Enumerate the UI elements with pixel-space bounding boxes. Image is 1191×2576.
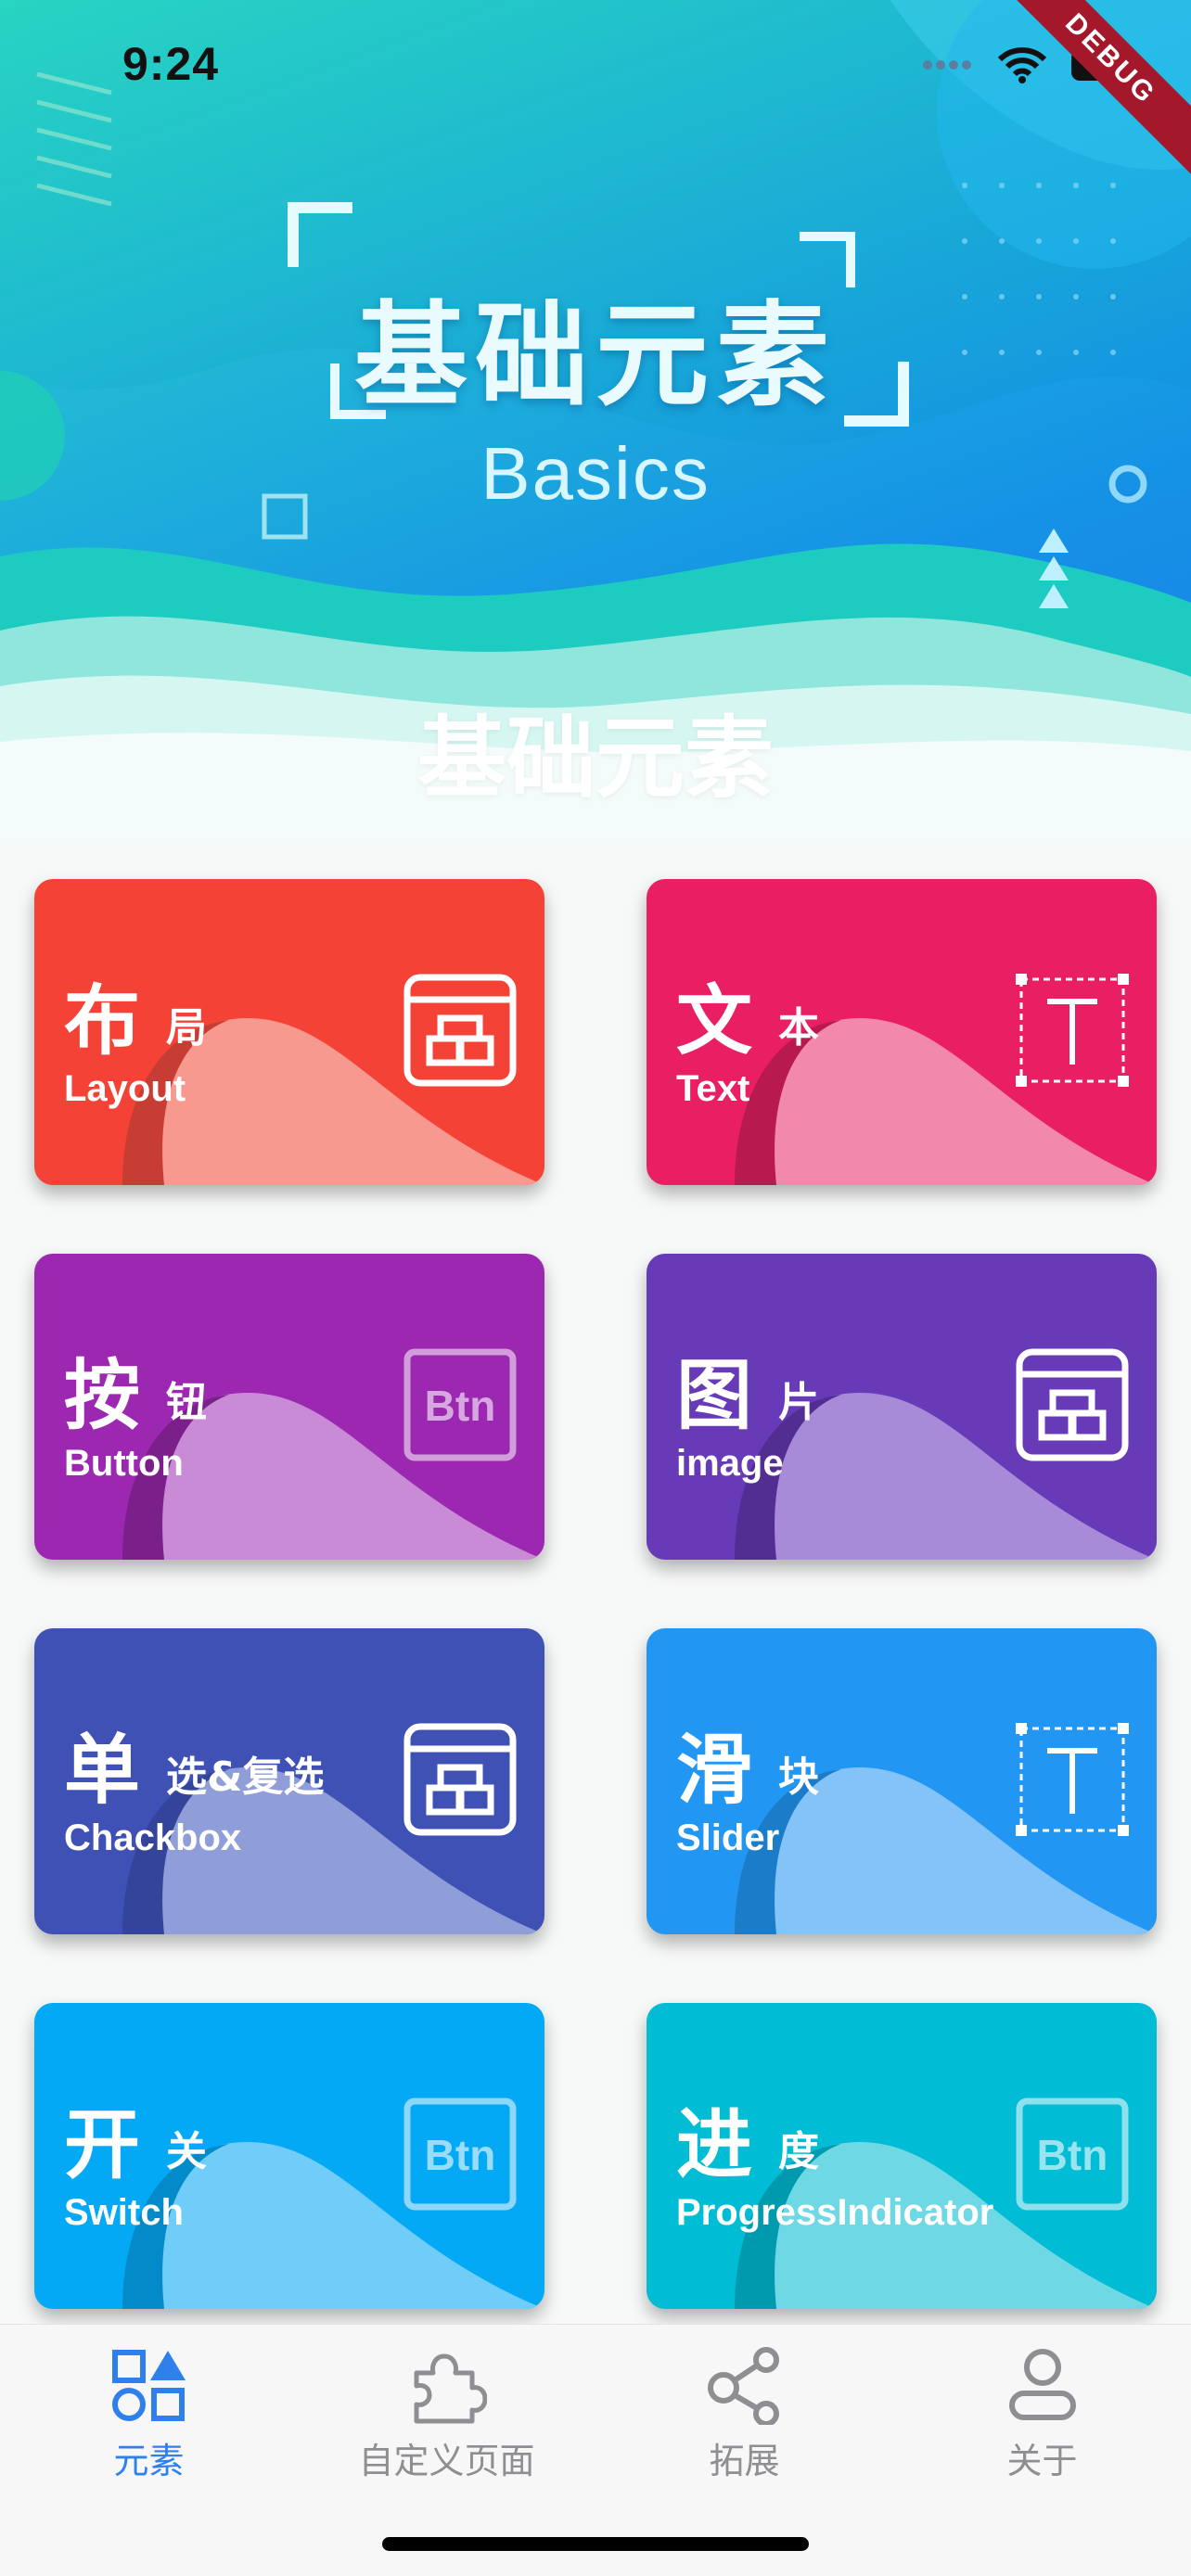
puzzle-icon (414, 2353, 487, 2424)
tab-extensions[interactable]: 拓展 (596, 2345, 893, 2483)
svg-text:Btn: Btn (425, 1382, 496, 1430)
svg-text:Btn: Btn (425, 2131, 496, 2179)
card-title-cn: 文 (676, 977, 753, 1065)
element-card-button[interactable]: 按钮 Button Btn (34, 1254, 544, 1560)
header-banner: 基础元素 Basics 基础元素 9:24 DEBUG (0, 0, 1191, 844)
btn-icon: Btn (402, 1346, 519, 1463)
btn-icon: Btn (402, 2096, 519, 2213)
status-time: 9:24 (122, 38, 220, 90)
svg-text:Btn: Btn (1037, 2131, 1108, 2179)
wifi-icon (998, 47, 1046, 83)
user-icon (1008, 2349, 1076, 2420)
card-subtitle-cn: 本 (778, 1004, 819, 1052)
window-layout-icon (1014, 1346, 1131, 1463)
element-card-text[interactable]: 文本 Text (647, 879, 1157, 1185)
card-subtitle-cn: 关 (166, 2128, 207, 2175)
card-subtitle-cn: 钮 (166, 1379, 207, 1426)
card-title-en: Button (64, 1443, 184, 1484)
card-subtitle-cn: 块 (778, 1753, 819, 1801)
card-title-en: Text (676, 1068, 750, 1109)
text-box-icon (1014, 1721, 1131, 1838)
text-box-icon (1014, 972, 1131, 1089)
card-subtitle-cn: 度 (778, 2128, 819, 2175)
card-title-cn: 进 (676, 2101, 753, 2189)
window-layout-icon (402, 972, 519, 1089)
card-title-cn: 开 (64, 2101, 141, 2189)
card-title-cn: 按 (64, 1352, 141, 1440)
element-card-layout[interactable]: 布局 Layout (34, 879, 544, 1185)
card-title-en: Slider (676, 1817, 780, 1858)
tab-label: 元素 (113, 2441, 185, 2481)
signal-icon (923, 60, 971, 70)
element-card-switch[interactable]: 开关 Switch Btn (34, 2003, 544, 2309)
element-card-image[interactable]: 图片 image (647, 1254, 1157, 1560)
banner-title-en: Basics (480, 432, 711, 515)
page-title: 基础元素 (417, 707, 774, 810)
card-title-en: Switch (64, 2192, 184, 2233)
element-card-chackbox[interactable]: 单选&复选 Chackbox (34, 1628, 544, 1934)
card-title-en: Chackbox (64, 1817, 242, 1858)
card-title-cn: 滑 (676, 1727, 753, 1815)
element-card-slider[interactable]: 滑块 Slider (647, 1628, 1157, 1934)
tab-label: 关于 (1006, 2441, 1078, 2481)
card-title-en: ProgressIndicator (676, 2192, 994, 2233)
btn-icon: Btn (1014, 2096, 1131, 2213)
card-subtitle-cn: 选&复选 (166, 1753, 325, 1801)
tab-custom-pages[interactable]: 自定义页面 (298, 2345, 596, 2483)
tab-about[interactable]: 关于 (893, 2345, 1191, 2483)
card-title-cn: 单 (64, 1727, 141, 1815)
window-layout-icon (402, 1721, 519, 1838)
tab-label: 拓展 (709, 2441, 780, 2481)
card-subtitle-cn: 局 (166, 1004, 207, 1052)
card-title-cn: 图 (676, 1352, 753, 1440)
element-card-progressindicator[interactable]: 进度 ProgressIndicator Btn (647, 2003, 1157, 2309)
tab-label: 自定义页面 (358, 2441, 535, 2481)
tab-elements[interactable]: 元素 (0, 2345, 298, 2483)
card-title-en: Layout (64, 1068, 186, 1109)
share-icon (707, 2347, 779, 2425)
card-title-en: image (676, 1443, 784, 1484)
card-subtitle-cn: 片 (778, 1379, 819, 1426)
home-indicator (382, 2537, 809, 2551)
card-title-cn: 布 (64, 977, 141, 1065)
shapes-icon (111, 2350, 186, 2421)
bracket-top-left (288, 202, 352, 267)
banner-title-cn: 基础元素 (354, 290, 837, 422)
